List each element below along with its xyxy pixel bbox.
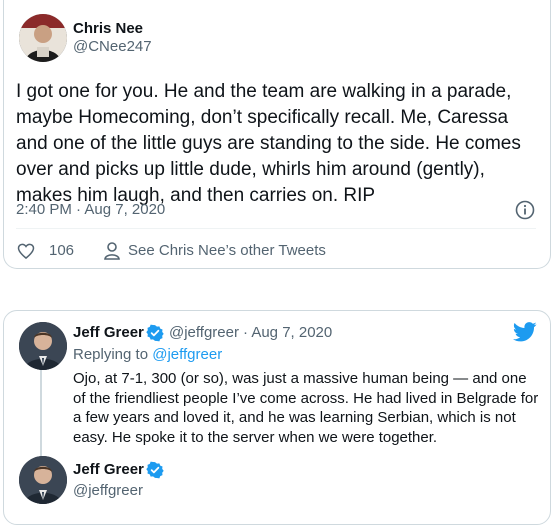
verified-badge-icon [146, 461, 164, 479]
like-count: 106 [49, 242, 75, 259]
author-name[interactable]: Jeff Greer [73, 461, 144, 478]
tweet-text: Ojo, at 7-1, 300 (or so), was just a mas… [73, 370, 539, 446]
replying-to: Replying to @jeffgreer [73, 346, 222, 363]
twitter-bird-icon[interactable] [513, 322, 537, 342]
heart-icon [17, 243, 35, 260]
author-handle[interactable]: @jeffgreer [73, 482, 143, 499]
author-name[interactable]: Chris Nee [73, 20, 143, 37]
author-name[interactable]: Jeff Greer [73, 324, 144, 341]
like-button[interactable]: 106 [16, 241, 86, 261]
author-handle[interactable]: @jeffgreer [169, 324, 239, 341]
avatar-chris-nee[interactable] [19, 14, 67, 62]
person-icon [104, 242, 120, 260]
see-other-tweets-label: See Chris Nee’s other Tweets [128, 242, 326, 259]
avatar-jeff-greer[interactable] [19, 322, 67, 370]
replying-handle-link[interactable]: @jeffgreer [152, 346, 222, 363]
verified-badge-icon [146, 324, 164, 342]
tweet-text: I got one for you. He and the team are w… [16, 81, 521, 206]
replying-prefix: Replying to [73, 346, 149, 363]
thread-connector [40, 370, 42, 456]
tweet-timestamp[interactable]: 2:40 PM · Aug 7, 2020 [16, 201, 165, 218]
author-handle[interactable]: @CNee247 [73, 38, 152, 55]
avatar-jeff-greer[interactable] [19, 456, 67, 504]
info-icon[interactable] [515, 200, 535, 225]
tweet-date[interactable]: · Aug 7, 2020 [243, 324, 332, 341]
divider [16, 228, 536, 229]
